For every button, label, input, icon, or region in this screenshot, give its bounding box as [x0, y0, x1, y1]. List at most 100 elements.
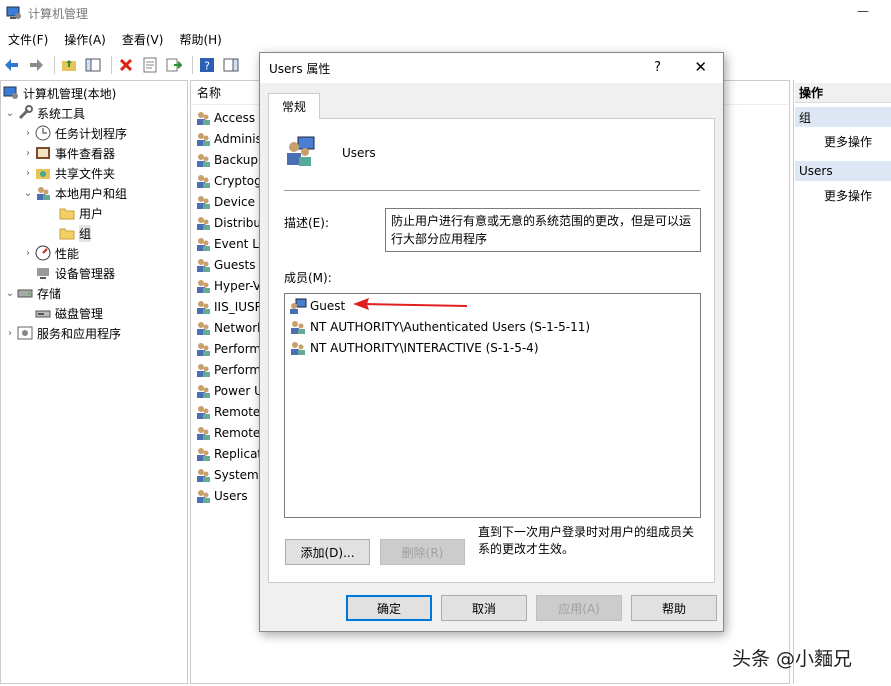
- list-item[interactable]: Adminis: [195, 128, 262, 149]
- list-item[interactable]: Replicat: [195, 443, 262, 464]
- actions-section-groups[interactable]: 组: [795, 107, 891, 127]
- performance-icon: [35, 245, 51, 261]
- list-item[interactable]: Network: [195, 317, 264, 338]
- more-actions-link[interactable]: 更多操作: [824, 133, 872, 150]
- tree-item-services-apps[interactable]: › 服务和应用程序: [3, 323, 121, 343]
- membership-note: 直到下一次用户登录时对用户的组成员关系的更改才生效。: [478, 525, 695, 556]
- divider: [284, 190, 700, 191]
- menu-file[interactable]: 文件(F): [0, 31, 56, 48]
- forward-icon[interactable]: [26, 55, 46, 75]
- group-icon: [195, 194, 211, 210]
- member-item-guest[interactable]: Guest: [289, 296, 345, 316]
- list-item[interactable]: Guests: [195, 254, 256, 275]
- list-item[interactable]: Perform: [195, 359, 261, 380]
- export-icon[interactable]: [164, 55, 184, 75]
- watermark-text: 头条 @小麵兄: [732, 648, 853, 670]
- group-icon: [195, 257, 211, 273]
- list-item[interactable]: Users: [195, 485, 248, 506]
- list-item[interactable]: Remote: [195, 422, 260, 443]
- window-titlebar: 计算机管理 —: [0, 0, 891, 26]
- list-item[interactable]: Device C: [195, 191, 267, 212]
- expand-chevron-icon[interactable]: ›: [3, 328, 17, 339]
- list-item[interactable]: Remote: [195, 401, 260, 422]
- delete-icon[interactable]: [116, 55, 136, 75]
- expand-chevron-icon[interactable]: ›: [21, 248, 35, 259]
- tree-item-device-manager[interactable]: 设备管理器: [21, 263, 115, 283]
- minimize-button[interactable]: —: [857, 4, 869, 18]
- list-item-label: Network: [214, 320, 265, 335]
- group-icon: [195, 236, 211, 252]
- group-icon: [195, 152, 211, 168]
- collapse-chevron-icon[interactable]: ⌄: [3, 108, 17, 119]
- expand-chevron-icon[interactable]: ›: [21, 128, 35, 139]
- tree-item-performance[interactable]: › 性能: [21, 243, 79, 263]
- tree-item-shared-folders[interactable]: › 共享文件夹: [21, 163, 115, 183]
- menu-view[interactable]: 查看(V): [114, 31, 172, 48]
- disk-icon: [35, 310, 51, 318]
- actions-section-users[interactable]: Users: [795, 161, 891, 181]
- help-button[interactable]: 帮助: [631, 595, 717, 621]
- properties-icon[interactable]: [140, 55, 160, 75]
- apply-button[interactable]: 应用(A): [536, 595, 622, 621]
- tree-item-groups[interactable]: 组: [45, 223, 92, 243]
- shared-folder-icon: [36, 169, 50, 179]
- expand-chevron-icon[interactable]: ›: [21, 168, 35, 179]
- expand-chevron-icon[interactable]: ›: [21, 148, 35, 159]
- members-list[interactable]: Guest NT AUTHORITY\Authenticated Users (…: [284, 293, 701, 518]
- list-item-label: Power U: [214, 383, 263, 398]
- back-icon[interactable]: [2, 55, 22, 75]
- members-label: 成员(M):: [284, 271, 332, 285]
- cancel-button[interactable]: 取消: [441, 595, 527, 621]
- tree-item-computer-management[interactable]: 计算机管理(本地): [3, 83, 116, 103]
- list-item[interactable]: Hyper-V: [195, 275, 261, 296]
- list-item[interactable]: Power U: [195, 380, 263, 401]
- dialog-help-button[interactable]: ?: [654, 60, 661, 75]
- member-item-interactive[interactable]: NT AUTHORITY\INTERACTIVE (S-1-5-4): [289, 338, 539, 358]
- ok-button[interactable]: 确定: [346, 595, 432, 621]
- tree-item-disk-management[interactable]: 磁盘管理: [21, 303, 103, 323]
- collapse-chevron-icon[interactable]: ⌄: [3, 288, 17, 299]
- tree-item-storage[interactable]: ⌄ 存储: [3, 283, 61, 303]
- tree-item-local-users-groups[interactable]: ⌄ 本地用户和组: [21, 183, 127, 203]
- member-item-authenticated-users[interactable]: NT AUTHORITY\Authenticated Users (S-1-5-…: [289, 317, 590, 337]
- users-icon: [37, 187, 50, 200]
- group-icon: [195, 299, 211, 315]
- list-item-label: Adminis: [214, 131, 262, 146]
- group-icon: [291, 321, 305, 334]
- toolbar-separator: [192, 56, 193, 74]
- up-folder-icon[interactable]: [59, 55, 79, 75]
- tree-item-system-tools[interactable]: ⌄ 系统工具: [3, 103, 85, 123]
- add-button[interactable]: 添加(D)...: [285, 539, 370, 565]
- toolbar-separator: [54, 56, 55, 74]
- more-actions-link[interactable]: 更多操作: [824, 187, 872, 204]
- group-icon: [195, 446, 211, 462]
- tree-item-event-viewer[interactable]: › 事件查看器: [21, 143, 115, 163]
- services-icon: [17, 326, 33, 340]
- list-item-label: Distribu: [214, 215, 262, 230]
- tab-general[interactable]: 常规: [268, 93, 320, 119]
- list-item[interactable]: Perform: [195, 338, 261, 359]
- list-item-label: Hyper-V: [214, 278, 262, 293]
- list-item[interactable]: Access C: [195, 107, 267, 128]
- dialog-close-button[interactable]: ✕: [694, 58, 707, 76]
- list-item[interactable]: System: [195, 464, 259, 485]
- list-item[interactable]: Distribu: [195, 212, 261, 233]
- toolbar-separator: [111, 56, 112, 74]
- list-item[interactable]: IIS_IUSR: [195, 296, 263, 317]
- list-item[interactable]: Cryptog: [195, 170, 262, 191]
- menu-action[interactable]: 操作(A): [56, 31, 114, 48]
- show-action-pane-icon[interactable]: [221, 55, 241, 75]
- list-item[interactable]: Event Lo: [195, 233, 266, 254]
- description-field[interactable]: 防止用户进行有意或无意的系统范围的更改，但是可以运行大部分应用程序: [385, 208, 701, 252]
- tree-item-task-scheduler[interactable]: › 任务计划程序: [21, 123, 127, 143]
- group-icon: [195, 131, 211, 147]
- list-item-label: System: [214, 467, 259, 482]
- list-item[interactable]: Backup: [195, 149, 258, 170]
- menu-help[interactable]: 帮助(H): [171, 31, 229, 48]
- help-icon[interactable]: ?: [197, 55, 217, 75]
- collapse-chevron-icon[interactable]: ⌄: [21, 188, 35, 199]
- dialog-title: Users 属性: [269, 61, 331, 76]
- show-tree-icon[interactable]: [83, 55, 103, 75]
- remove-button[interactable]: 删除(R): [380, 539, 465, 565]
- tree-item-users[interactable]: 用户: [45, 203, 103, 223]
